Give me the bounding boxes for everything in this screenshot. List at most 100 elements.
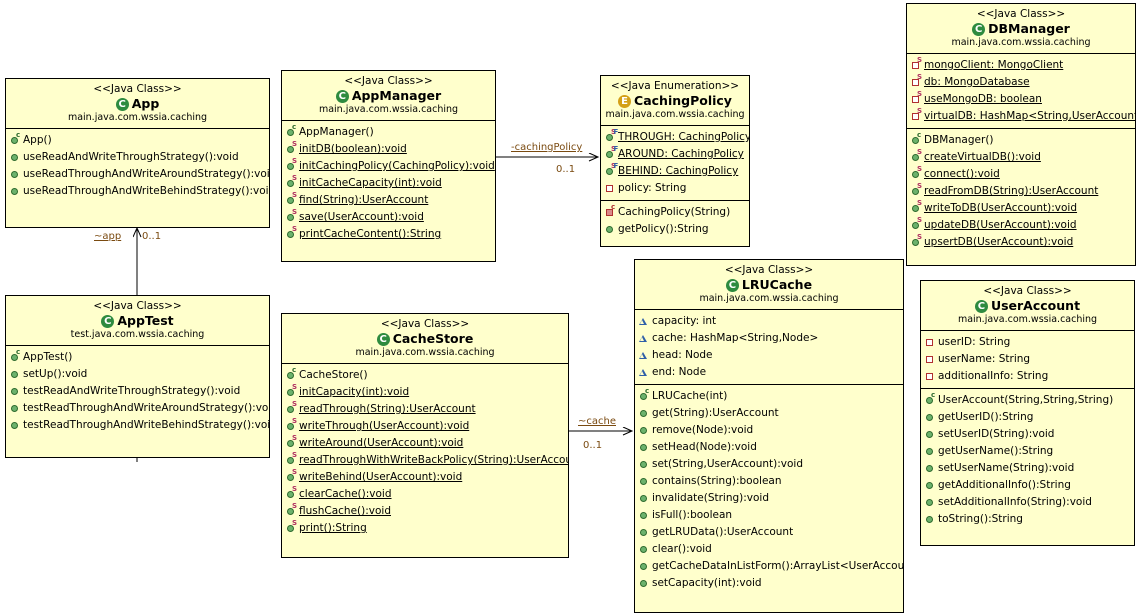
class-member[interactable]: SFBEHIND: CachingPolicy [604, 163, 747, 180]
class-member[interactable]: SupdateDB(UserAccount):void [910, 217, 1133, 234]
uml-class-cachingpolicy[interactable]: <<Java Enumeration>>CachingPolicymain.ja… [600, 75, 750, 247]
class-member[interactable]: SinitCachingPolicy(CachingPolicy):void [285, 158, 493, 175]
class-member[interactable]: get(String):UserAccount [638, 405, 901, 422]
class-member[interactable]: SupsertDB(UserAccount):void [910, 234, 1133, 251]
uml-class-dbmanager[interactable]: <<Java Class>>DBManagermain.java.com.wss… [906, 3, 1136, 266]
class-member[interactable]: SclearCache():void [285, 486, 566, 503]
class-member[interactable]: SreadThroughWithWriteBackPolicy(String):… [285, 452, 566, 469]
class-member[interactable]: getLRUData():UserAccount [638, 524, 901, 541]
class-member[interactable]: cDBManager() [910, 132, 1133, 149]
public-member-icon [9, 383, 23, 400]
uml-class-apptest[interactable]: <<Java Class>>AppTesttest.java.com.wssia… [5, 295, 270, 458]
class-member[interactable]: toString():String [924, 511, 1132, 528]
class-member[interactable]: invalidate(String):void [638, 490, 901, 507]
class-compartment: cUserAccount(String,String,String)getUse… [921, 388, 1134, 531]
uml-class-app[interactable]: <<Java Class>>Appmain.java.com.wssia.cac… [5, 78, 270, 228]
public-member-icon [924, 494, 938, 511]
class-icon [972, 23, 985, 36]
class-member[interactable]: useReadThroughAndWriteAroundStrategy():v… [9, 166, 267, 183]
member-label: setUp():void [23, 366, 87, 383]
class-package: main.java.com.wssia.caching [605, 109, 745, 121]
class-member[interactable]: cLRUCache(int) [638, 388, 901, 405]
class-member[interactable]: cUserAccount(String,String,String) [924, 392, 1132, 409]
class-member[interactable]: setUp():void [9, 366, 267, 383]
class-member[interactable]: additionalInfo: String [924, 368, 1132, 385]
class-member[interactable]: setCapacity(int):void [638, 575, 901, 592]
class-member[interactable]: ScreateVirtualDB():void [910, 149, 1133, 166]
class-member[interactable]: SuseMongoDB: boolean [910, 91, 1133, 108]
class-member[interactable]: cCachingPolicy(String) [604, 204, 747, 221]
class-member[interactable]: contains(String):boolean [638, 473, 901, 490]
public-member-icon: S [910, 166, 924, 183]
class-member[interactable]: cAppManager() [285, 124, 493, 141]
member-label: policy: String [618, 180, 686, 197]
class-member[interactable]: getPolicy():String [604, 221, 747, 238]
member-label: setCapacity(int):void [652, 575, 762, 592]
class-member[interactable]: testReadAndWriteThroughStrategy():void [9, 383, 267, 400]
class-member[interactable]: cCacheStore() [285, 367, 566, 384]
class-member[interactable]: capacity: int [638, 313, 901, 330]
class-member[interactable]: getUserName():String [924, 443, 1132, 460]
class-member[interactable]: SprintCacheContent():String [285, 226, 493, 243]
class-member[interactable]: SwriteToDB(UserAccount):void [910, 200, 1133, 217]
class-icon [726, 279, 739, 292]
member-label: mongoClient: MongoClient [924, 57, 1063, 74]
class-member[interactable]: SinitCacheCapacity(int):void [285, 175, 493, 192]
class-member[interactable]: SflushCache():void [285, 503, 566, 520]
uml-class-appmanager[interactable]: <<Java Class>>AppManagermain.java.com.ws… [281, 70, 496, 262]
class-member[interactable]: end: Node [638, 364, 901, 381]
class-header: <<Java Class>>UserAccountmain.java.com.w… [921, 281, 1134, 331]
class-member[interactable]: SinitDB(boolean):void [285, 141, 493, 158]
class-member[interactable]: userName: String [924, 351, 1132, 368]
class-member[interactable]: setHead(Node):void [638, 439, 901, 456]
class-member[interactable]: SwriteBehind(UserAccount):void [285, 469, 566, 486]
class-member[interactable]: cache: HashMap<String,Node> [638, 330, 901, 347]
class-member[interactable]: SmongoClient: MongoClient [910, 57, 1133, 74]
class-member[interactable]: Sprint():String [285, 520, 566, 537]
class-member[interactable]: Sconnect():void [910, 166, 1133, 183]
class-member[interactable]: testReadThroughAndWriteAroundStrategy():… [9, 400, 267, 417]
class-member[interactable]: cAppTest() [9, 349, 267, 366]
class-member[interactable]: SFAROUND: CachingPolicy [604, 146, 747, 163]
class-member[interactable]: SFTHROUGH: CachingPolicy [604, 129, 747, 146]
class-member[interactable]: SwriteAround(UserAccount):void [285, 435, 566, 452]
class-member[interactable]: setAdditionalInfo(String):void [924, 494, 1132, 511]
uml-class-cachestore[interactable]: <<Java Class>>CacheStoremain.java.com.ws… [281, 313, 569, 558]
class-member[interactable]: SinitCapacity(int):void [285, 384, 566, 401]
class-member[interactable]: SreadFromDB(String):UserAccount [910, 183, 1133, 200]
class-member[interactable]: remove(Node):void [638, 422, 901, 439]
class-compartment: capacity: intcache: HashMap<String,Node>… [635, 310, 903, 384]
public-member-icon [9, 183, 23, 200]
class-member[interactable]: testReadThroughAndWriteBehindStrategy():… [9, 417, 267, 434]
class-member[interactable]: getCacheDataInListForm():ArrayList<UserA… [638, 558, 901, 575]
class-member[interactable]: getAdditionalInfo():String [924, 477, 1132, 494]
static-marker: S [292, 400, 297, 408]
class-member[interactable]: set(String,UserAccount):void [638, 456, 901, 473]
class-member[interactable]: getUserID():String [924, 409, 1132, 426]
class-member[interactable]: SreadThrough(String):UserAccount [285, 401, 566, 418]
class-member[interactable]: userID: String [924, 334, 1132, 351]
class-member[interactable]: Sfind(String):UserAccount [285, 192, 493, 209]
class-package: main.java.com.wssia.caching [286, 347, 564, 359]
class-member[interactable]: policy: String [604, 180, 747, 197]
class-member[interactable]: SvirtualDB: HashMap<String,UserAccount> [910, 108, 1133, 125]
class-member[interactable]: SwriteThrough(UserAccount):void [285, 418, 566, 435]
class-member[interactable]: clear():void [638, 541, 901, 558]
association-role-cachestore-lrucache: ~cache [578, 416, 616, 427]
public-member-icon: c [638, 388, 652, 405]
class-member[interactable]: useReadAndWriteThroughStrategy():void [9, 149, 267, 166]
class-member[interactable]: isFull():boolean [638, 507, 901, 524]
uml-class-useraccount[interactable]: <<Java Class>>UserAccountmain.java.com.w… [920, 280, 1135, 546]
member-label: invalidate(String):void [652, 490, 769, 507]
class-compartment: cAppManager()SinitDB(boolean):voidSinitC… [282, 121, 495, 246]
class-member[interactable]: setUserID(String):void [924, 426, 1132, 443]
association-multiplicity-apptest-app: 0..1 [142, 231, 161, 242]
class-member[interactable]: setUserName(String):void [924, 460, 1132, 477]
class-member[interactable]: Sdb: MongoDatabase [910, 74, 1133, 91]
class-member[interactable]: useReadThroughAndWriteBehindStrategy():v… [9, 183, 267, 200]
class-member[interactable]: head: Node [638, 347, 901, 364]
class-member[interactable]: Ssave(UserAccount):void [285, 209, 493, 226]
association-multiplicity-appmanager-cachingpolicy: 0..1 [556, 164, 575, 175]
class-member[interactable]: cApp() [9, 132, 267, 149]
uml-class-lrucache[interactable]: <<Java Class>>LRUCachemain.java.com.wssi… [634, 259, 904, 613]
